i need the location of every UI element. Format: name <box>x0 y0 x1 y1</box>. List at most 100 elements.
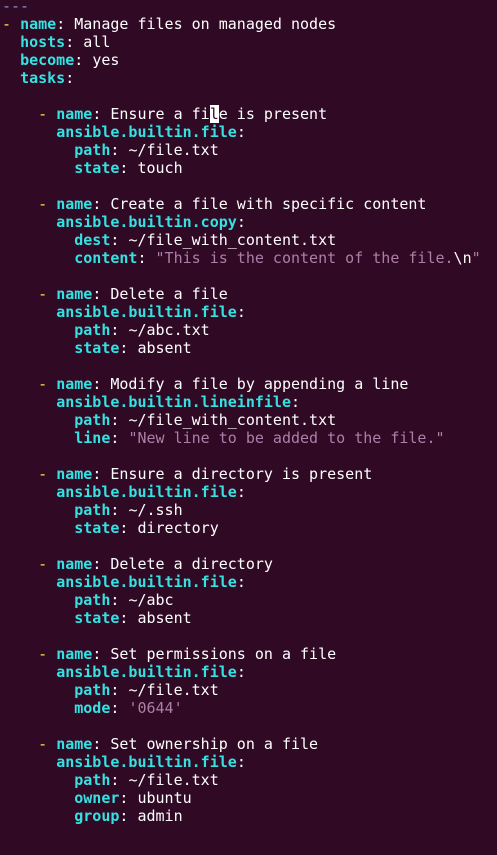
code-line[interactable]: - name: Set ownership on a file <box>2 735 497 753</box>
code-line[interactable]: ansible.builtin.file: <box>2 753 497 771</box>
code-line[interactable] <box>2 267 497 285</box>
yaml-editor[interactable]: --- - name: Manage files on managed nodes… <box>2 0 497 825</box>
yaml-token <box>2 573 56 591</box>
yaml-token <box>2 231 74 249</box>
yaml-key: name <box>56 645 93 663</box>
yaml-token: - <box>2 555 57 573</box>
code-line[interactable]: ansible.builtin.copy: <box>2 213 497 231</box>
yaml-token: "This is the content of the file. <box>155 249 454 267</box>
yaml-key: ansible.builtin.file <box>56 663 237 681</box>
code-line[interactable]: ansible.builtin.file: <box>2 573 497 591</box>
yaml-token: Delete a file <box>110 285 228 303</box>
code-line[interactable]: path: ~/file.txt <box>2 771 497 789</box>
yaml-key: name <box>56 285 93 303</box>
code-line[interactable]: owner: ubuntu <box>2 789 497 807</box>
yaml-token: : <box>137 249 156 267</box>
yaml-key: owner <box>74 789 120 807</box>
code-line[interactable]: mode: '0644' <box>2 699 497 717</box>
yaml-token: : <box>92 645 111 663</box>
yaml-key: ansible.builtin.file <box>56 753 237 771</box>
yaml-token <box>2 69 20 87</box>
code-line[interactable]: content: "This is the content of the fil… <box>2 249 497 267</box>
code-line[interactable]: - name: Ensure a file is present <box>2 105 497 123</box>
yaml-key: group <box>74 807 120 825</box>
yaml-token <box>2 123 56 141</box>
code-line[interactable] <box>2 177 497 195</box>
code-line[interactable] <box>2 627 497 645</box>
yaml-token: : <box>110 231 129 249</box>
code-line[interactable]: ansible.builtin.file: <box>2 663 497 681</box>
code-line[interactable]: - name: Manage files on managed nodes <box>2 15 497 33</box>
code-line[interactable]: path: ~/abc <box>2 591 497 609</box>
yaml-token: Set permissions on a file <box>110 645 337 663</box>
code-line[interactable]: state: directory <box>2 519 497 537</box>
yaml-token <box>2 771 74 789</box>
yaml-token <box>2 393 56 411</box>
code-line[interactable]: - name: Create a file with specific cont… <box>2 195 497 213</box>
code-line[interactable]: - name: Ensure a directory is present <box>2 465 497 483</box>
yaml-key: name <box>20 15 57 33</box>
yaml-token: Ensure a directory is present <box>110 465 373 483</box>
yaml-token: yes <box>92 51 120 69</box>
yaml-token: absent <box>137 609 192 627</box>
yaml-token: : <box>236 573 246 591</box>
yaml-token <box>2 159 74 177</box>
code-line[interactable]: ansible.builtin.file: <box>2 303 497 321</box>
code-line[interactable]: - name: Modify a file by appending a lin… <box>2 375 497 393</box>
code-line[interactable]: hosts: all <box>2 33 497 51</box>
code-line[interactable] <box>2 87 497 105</box>
yaml-token <box>2 681 74 699</box>
yaml-token: : <box>236 213 246 231</box>
code-line[interactable] <box>2 717 497 735</box>
yaml-token: : <box>65 69 75 87</box>
code-line[interactable]: path: ~/abc.txt <box>2 321 497 339</box>
code-line[interactable] <box>2 447 497 465</box>
code-line[interactable]: path: ~/file.txt <box>2 141 497 159</box>
yaml-key: ansible.builtin.lineinfile <box>56 393 291 411</box>
code-line[interactable]: ansible.builtin.file: <box>2 123 497 141</box>
yaml-token <box>2 591 74 609</box>
yaml-token: - <box>2 735 57 753</box>
code-line[interactable] <box>2 357 497 375</box>
code-line[interactable] <box>2 537 497 555</box>
code-line[interactable]: line: "New line to be added to the file.… <box>2 429 497 447</box>
code-line[interactable]: --- <box>2 0 497 15</box>
code-line[interactable]: path: ~/file.txt <box>2 681 497 699</box>
yaml-token: : <box>110 699 129 717</box>
yaml-token: : <box>110 501 129 519</box>
yaml-token: : <box>74 51 93 69</box>
yaml-key: path <box>74 771 111 789</box>
yaml-token: ~/abc <box>128 591 174 609</box>
yaml-key: ansible.builtin.file <box>56 123 237 141</box>
yaml-token <box>2 789 74 807</box>
code-line[interactable]: state: absent <box>2 339 497 357</box>
yaml-key: line <box>74 429 111 447</box>
yaml-key: ansible.builtin.copy <box>56 213 237 231</box>
yaml-key: name <box>56 105 93 123</box>
yaml-token <box>2 321 74 339</box>
yaml-token: " <box>471 249 481 267</box>
code-line[interactable]: state: absent <box>2 609 497 627</box>
code-line[interactable]: group: admin <box>2 807 497 825</box>
yaml-key: hosts <box>20 33 66 51</box>
code-line[interactable]: - name: Set permissions on a file <box>2 645 497 663</box>
code-line[interactable]: - name: Delete a file <box>2 285 497 303</box>
code-line[interactable]: - name: Delete a directory <box>2 555 497 573</box>
code-line[interactable]: ansible.builtin.lineinfile: <box>2 393 497 411</box>
yaml-token <box>2 609 74 627</box>
yaml-token: \n <box>453 249 472 267</box>
code-line[interactable]: become: yes <box>2 51 497 69</box>
code-line[interactable]: ansible.builtin.file: <box>2 483 497 501</box>
yaml-token <box>2 483 56 501</box>
code-line[interactable]: state: touch <box>2 159 497 177</box>
code-line[interactable]: dest: ~/file_with_content.txt <box>2 231 497 249</box>
yaml-token: - <box>2 15 21 33</box>
code-line[interactable]: path: ~/.ssh <box>2 501 497 519</box>
yaml-token <box>2 501 74 519</box>
yaml-key: path <box>74 141 111 159</box>
yaml-key: content <box>74 249 138 267</box>
code-line[interactable]: path: ~/file_with_content.txt <box>2 411 497 429</box>
yaml-token <box>2 141 74 159</box>
code-line[interactable]: tasks: <box>2 69 497 87</box>
yaml-token: : <box>92 375 111 393</box>
